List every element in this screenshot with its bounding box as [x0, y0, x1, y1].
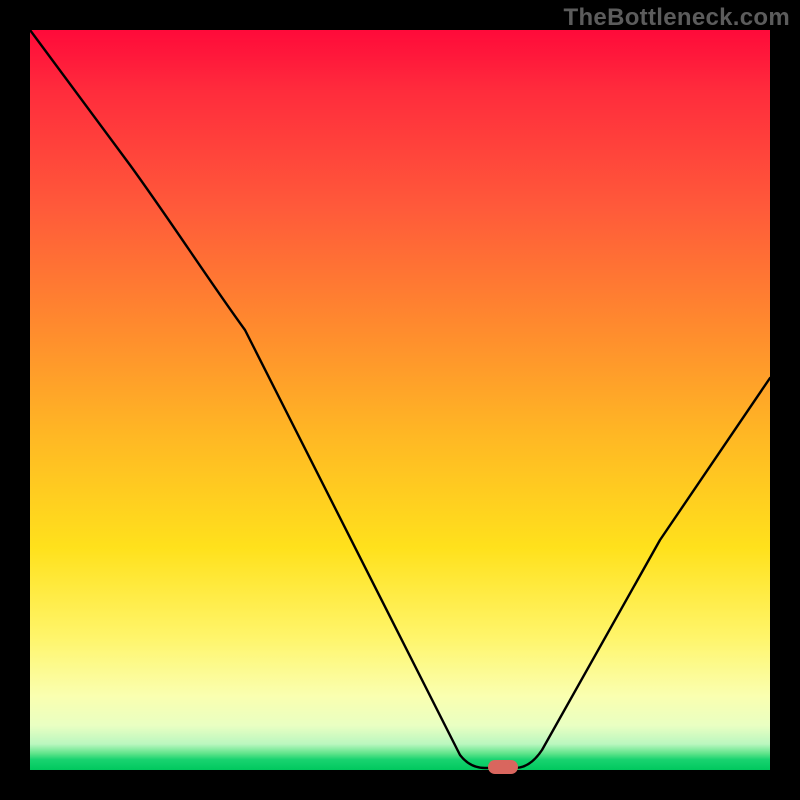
plot-svg	[30, 30, 770, 770]
chart-frame: TheBottleneck.com	[0, 0, 800, 800]
plot-area	[30, 30, 770, 770]
bottleneck-curve	[30, 30, 770, 768]
watermark-text: TheBottleneck.com	[564, 4, 790, 32]
optimum-marker	[488, 760, 518, 774]
